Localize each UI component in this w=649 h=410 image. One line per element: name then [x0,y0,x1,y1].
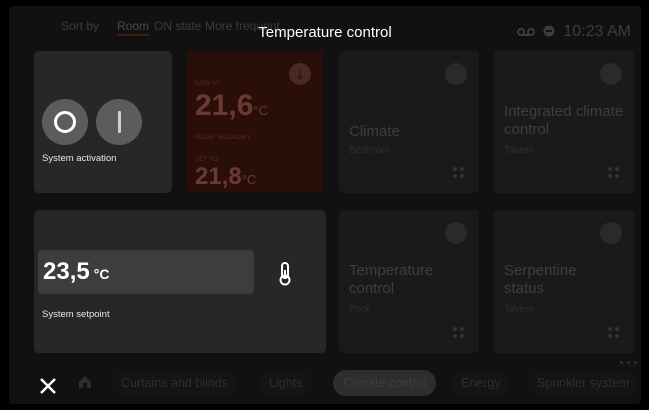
tile-name: Integrated climate control [504,103,624,138]
system-activation-label: System activation [42,153,117,164]
thermometer-icon [600,222,622,244]
system-setpoint-label: System setpoint [42,309,110,320]
nav-energy[interactable]: Energy [451,370,511,396]
tile-name: Climate [349,123,400,140]
setpoint-field[interactable]: 23,5 °C [38,250,254,294]
nav-curtains-and-blinds[interactable]: Curtains and blinds [111,370,239,396]
set-value: 21,8°C [195,163,257,190]
tile-room: Tavern [504,304,535,315]
screen: Sort by Room ON state More frequent 10:2… [9,6,641,404]
tile-room: Bedroom [349,145,390,156]
grip-dots-icon [608,327,620,339]
power-off-button[interactable] [42,99,88,145]
thermometer-icon [445,222,467,244]
mode-label: MODE: ECONOMY [195,135,252,141]
nav-sprinkler-system[interactable]: Sprinkler system [527,370,640,396]
integrated-climate-tile[interactable]: Integrated climate control Tavern [494,51,634,193]
tile-room: Pool [349,304,370,315]
grip-dots-icon [453,167,465,179]
now-label: NOW AT [195,81,221,87]
overlay-title: Temperature control [258,24,392,41]
nav-climate-control[interactable]: Climate control [333,370,437,396]
thermometer-icon [278,262,292,286]
home-icon[interactable] [77,374,93,390]
on-bar-icon [117,111,121,133]
serpentine-status-tile[interactable]: Serpentine status Tavern [494,210,634,353]
system-setpoint-panel: 23,5 °C System setpoint [34,210,326,353]
climate-tile[interactable]: Climate Bedroom [339,51,479,193]
system-activation-panel: System activation [34,51,172,193]
tile-name: Serpentine status [504,262,577,297]
thermometer-icon [600,63,622,85]
now-value: 21,6°C [195,89,268,122]
tile-name: Temperature control [349,262,434,297]
power-on-button[interactable] [96,99,142,145]
thermometer-icon: 🌡 [289,63,311,85]
tile-room: Tavern [504,145,535,156]
temperature-control-tile[interactable]: Temperature control Pool [339,210,479,353]
close-button[interactable] [36,374,60,398]
grip-dots-icon [608,167,620,179]
bottom-nav: Curtains and blinds Lights Climate contr… [9,362,641,404]
nav-lights[interactable]: Lights [259,370,313,396]
setpoint-value: 23,5 °C [43,258,110,285]
grip-dots-icon [453,327,465,339]
close-icon [40,378,56,394]
thermostat-tile[interactable]: NOW AT 21,6°C MODE: ECONOMY SET TO 21,8°… [187,51,323,193]
off-ring-icon [54,111,76,133]
thermometer-icon [445,63,467,85]
